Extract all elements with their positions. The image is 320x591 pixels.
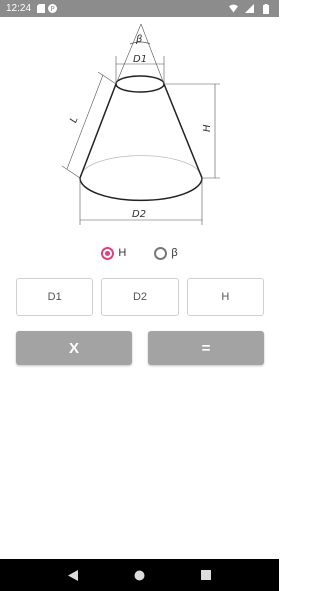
cone-diagram: β D1 D2 H L: [40, 20, 240, 225]
radio-mode-beta[interactable]: β: [154, 246, 178, 260]
radio-label-h: H: [118, 247, 127, 259]
action-row: X =: [16, 331, 264, 365]
signal-icon: [245, 4, 254, 13]
d2-input-placeholder: D2: [132, 291, 148, 303]
calculate-button[interactable]: =: [148, 331, 264, 365]
navigation-bar: [0, 559, 279, 591]
radio-label-beta: β: [171, 247, 178, 259]
h-input-placeholder: H: [221, 291, 230, 303]
status-bar: 12:24 P: [0, 0, 279, 17]
home-icon[interactable]: [132, 568, 146, 582]
sd-card-icon: [36, 4, 45, 13]
radio-selected-icon: [101, 246, 115, 260]
beta-label: β: [135, 34, 143, 45]
l-label: L: [68, 115, 80, 124]
cone-drawing: β D1 D2 H L: [61, 23, 220, 225]
d2-label: D2: [132, 209, 146, 220]
d1-input[interactable]: D1: [16, 278, 94, 316]
app-notification-icon: P: [48, 4, 58, 13]
clear-button[interactable]: X: [16, 331, 132, 365]
mode-selector: H β: [0, 244, 279, 262]
d1-input-placeholder: D1: [47, 291, 62, 303]
d1-label: D1: [133, 54, 147, 65]
d2-input[interactable]: D2: [101, 278, 179, 316]
back-icon[interactable]: [66, 568, 80, 582]
radio-mode-h[interactable]: H: [101, 246, 127, 260]
status-time: 12:24: [6, 3, 32, 14]
svg-text:P: P: [50, 5, 54, 13]
h-label: H: [202, 124, 213, 132]
wifi-icon: [229, 4, 238, 13]
radio-unselected-icon: [154, 246, 168, 260]
recents-icon[interactable]: [199, 568, 213, 582]
battery-icon: [261, 3, 270, 14]
h-input[interactable]: H: [186, 278, 264, 316]
input-row: D1 D2 H: [16, 278, 264, 316]
